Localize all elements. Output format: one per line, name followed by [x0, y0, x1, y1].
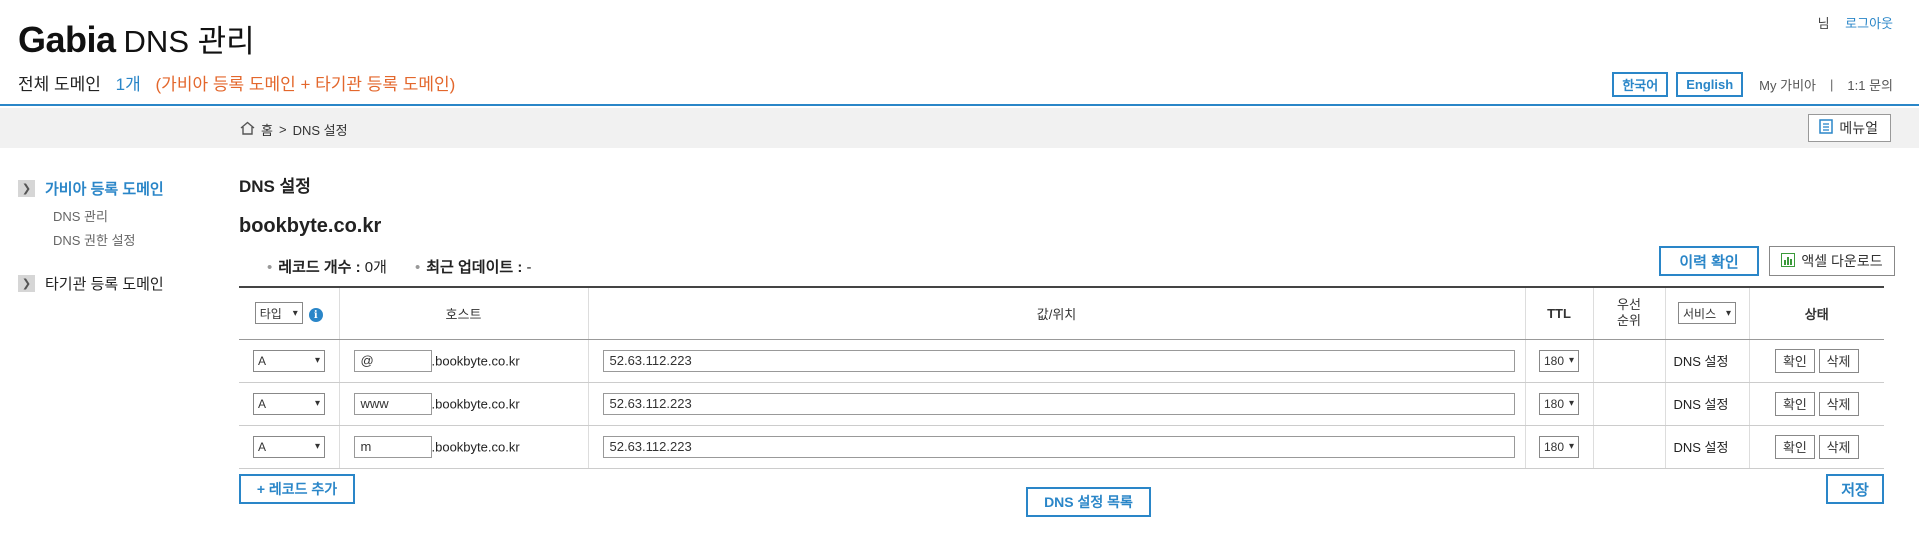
- dns-list-button[interactable]: DNS 설정 목록: [1026, 487, 1151, 517]
- document-icon: [1819, 119, 1834, 137]
- host-header: 호스트: [338, 287, 588, 340]
- ttl-select[interactable]: 180 ▾: [1539, 392, 1579, 415]
- confirm-button[interactable]: 확인: [1774, 434, 1815, 459]
- host-domain-suffix: .bookbyte.co.kr: [431, 439, 520, 454]
- priority-cell: [1592, 339, 1665, 383]
- host-input[interactable]: www: [353, 392, 432, 415]
- home-icon[interactable]: [240, 121, 255, 138]
- excel-download-button[interactable]: 액셀 다운로드: [1769, 246, 1895, 276]
- section-title: DNS 설정: [239, 177, 311, 196]
- breadcrumb-home[interactable]: 홈: [261, 120, 273, 139]
- record-type-select[interactable]: A ▾: [253, 349, 325, 372]
- chevron-right-icon: ❯: [18, 180, 35, 197]
- add-record-button[interactable]: + 레코드 추가: [239, 474, 355, 504]
- brand-title: Gabia DNS 관리: [18, 16, 255, 61]
- record-count-stat: • 레코드 개수 : 0개: [267, 259, 387, 276]
- status-header: 상태: [1748, 287, 1884, 340]
- service-cell: DNS 설정: [1664, 382, 1749, 426]
- my-gabia-link[interactable]: My 가비아: [1759, 75, 1816, 94]
- host-input[interactable]: @: [353, 349, 432, 372]
- delete-button[interactable]: 삭제: [1818, 391, 1859, 416]
- value-input[interactable]: 52.63.112.223: [602, 349, 1515, 372]
- record-type-select[interactable]: A ▾: [253, 435, 325, 458]
- priority-header: 우선 순위: [1592, 287, 1665, 340]
- service-header: 서비스 ▾: [1664, 287, 1749, 340]
- priority-cell: [1592, 382, 1665, 426]
- ttl-select[interactable]: 180 ▾: [1539, 349, 1579, 372]
- domain-count-desc: (가비아 등록 도메인 + 타기관 등록 도메인): [155, 75, 456, 94]
- breadcrumb-bar: 홈 > DNS 설정 메뉴얼: [0, 108, 1919, 148]
- page-header: Gabia DNS 관리 전체 도메인 1개 (가비아 등록 도메인 + 타기관 …: [0, 0, 1919, 106]
- brand-subtitle: DNS 관리: [123, 24, 255, 59]
- record-type-select[interactable]: A ▾: [253, 392, 325, 415]
- value-input[interactable]: 52.63.112.223: [602, 392, 1515, 415]
- delete-button[interactable]: 삭제: [1818, 348, 1859, 373]
- all-domains-label: 전체 도메인: [18, 75, 101, 94]
- domain-count[interactable]: 1개: [116, 75, 141, 94]
- user-suffix: 님: [1817, 16, 1830, 31]
- ttl-select[interactable]: 180 ▾: [1539, 435, 1579, 458]
- record-count-label: 레코드 개수 :: [278, 259, 361, 276]
- brand-logo-text: Gabia: [18, 19, 116, 60]
- sidebar-group-other-label: 타기관 등록 도메인: [45, 276, 164, 293]
- korean-language-button[interactable]: 한국어: [1612, 72, 1669, 97]
- breadcrumb-separator: >: [278, 122, 287, 137]
- logout-link[interactable]: 로그아웃: [1845, 16, 1893, 31]
- breadcrumb: 홈 > DNS 설정: [240, 120, 348, 139]
- host-domain-suffix: .bookbyte.co.kr: [431, 353, 520, 368]
- host-input[interactable]: m: [353, 435, 432, 458]
- delete-button[interactable]: 삭제: [1818, 434, 1859, 459]
- service-filter-select[interactable]: 서비스 ▾: [1678, 302, 1736, 325]
- chart-icon: [1781, 252, 1796, 270]
- confirm-button[interactable]: 확인: [1774, 348, 1815, 373]
- service-cell: DNS 설정: [1664, 425, 1749, 469]
- inquiry-link[interactable]: 1:1 문의: [1847, 75, 1893, 94]
- sidebar-item-dns-manage[interactable]: DNS 관리: [53, 205, 218, 229]
- breadcrumb-current: DNS 설정: [292, 123, 348, 138]
- type-header: 타입 ▾ i: [239, 287, 339, 340]
- manual-label: 메뉴얼: [1839, 120, 1878, 136]
- main-content: DNS 설정 bookbyte.co.kr • 레코드 개수 : 0개 • 최근 업…: [239, 172, 1895, 517]
- last-update-label: 최근 업데이트 :: [426, 259, 523, 276]
- domain-name: bookbyte.co.kr: [239, 215, 382, 237]
- record-stats: • 레코드 개수 : 0개 • 최근 업데이트 : -: [267, 256, 532, 277]
- table-row: A ▾ www .bookbyte.co.kr 52.63.112.223 180 ▾…: [239, 382, 1884, 426]
- sidebar: ❯ 가비아 등록 도메인 DNS 관리 DNS 권한 설정 ❯ 타기관 등록 도…: [18, 178, 218, 294]
- top-user-nav: 님 로그아웃: [1818, 13, 1893, 32]
- sidebar-group-gabia[interactable]: ❯ 가비아 등록 도메인: [18, 178, 218, 199]
- domain-summary: 전체 도메인 1개 (가비아 등록 도메인 + 타기관 등록 도메인): [18, 70, 455, 95]
- save-button[interactable]: 저장: [1826, 474, 1884, 504]
- priority-cell: [1592, 425, 1665, 469]
- confirm-button[interactable]: 확인: [1774, 391, 1815, 416]
- utility-divider: |: [1830, 77, 1834, 92]
- last-update-stat: • 최근 업데이트 : -: [414, 259, 532, 276]
- utility-bar: 한국어 English My 가비아 | 1:1 문의: [1612, 72, 1893, 97]
- history-button[interactable]: 이력 확인: [1659, 246, 1759, 276]
- ttl-header: TTL: [1524, 287, 1593, 340]
- last-update-value: -: [526, 259, 532, 276]
- sidebar-item-dns-permission[interactable]: DNS 권한 설정: [53, 229, 218, 253]
- info-icon[interactable]: i: [308, 308, 323, 323]
- service-cell: DNS 설정: [1664, 339, 1749, 383]
- manual-button[interactable]: 메뉴얼: [1808, 114, 1891, 142]
- value-input[interactable]: 52.63.112.223: [602, 435, 1515, 458]
- chevron-right-icon: ❯: [18, 275, 35, 292]
- value-header: 값/위치: [587, 287, 1525, 340]
- table-row: A ▾ @ .bookbyte.co.kr 52.63.112.223 180 ▾ D…: [239, 339, 1884, 383]
- table-header-row: 타입 ▾ i 호스트 값/위치 TTL 우선 순위 서비스 ▾ 상태: [239, 287, 1884, 340]
- type-filter-select[interactable]: 타입 ▾: [254, 302, 303, 325]
- record-count-value: 0개: [364, 259, 387, 276]
- dns-record-table: 타입 ▾ i 호스트 값/위치 TTL 우선 순위 서비스 ▾ 상태 A ▾ @ .book…: [239, 286, 1884, 469]
- sidebar-group-other[interactable]: ❯ 타기관 등록 도메인: [18, 273, 218, 294]
- table-row: A ▾ m .bookbyte.co.kr 52.63.112.223 180 ▾ D…: [239, 425, 1884, 469]
- host-domain-suffix: .bookbyte.co.kr: [431, 396, 520, 411]
- excel-download-label: 액셀 다운로드: [1801, 253, 1883, 269]
- english-language-button[interactable]: English: [1676, 72, 1744, 97]
- sidebar-group-gabia-label: 가비아 등록 도메인: [45, 181, 164, 198]
